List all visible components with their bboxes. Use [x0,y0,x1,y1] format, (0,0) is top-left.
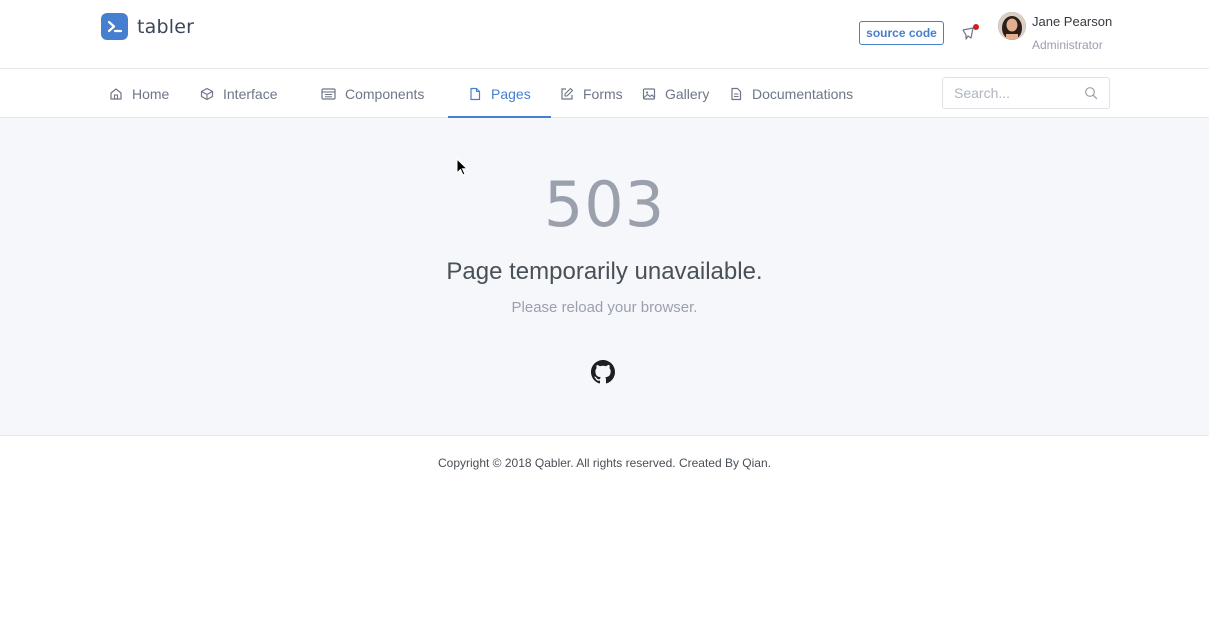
nav-item-label: Interface [223,85,278,102]
mouse-cursor-icon [456,158,468,176]
error-code: 503 [543,168,666,241]
nav-item-documentations[interactable]: Documentations [729,69,853,118]
brand-name: tabler [137,15,195,38]
header: tabler source code Jane Pearson Administ… [0,0,1209,69]
file-icon [470,87,481,100]
nav-item-label: Documentations [752,85,854,102]
nav-item-label: Pages [491,85,531,102]
nav-item-forms[interactable]: Forms [560,69,623,118]
navbar: Home Interface Components Pages Forms Ga… [0,69,1209,118]
user-name[interactable]: Jane Pearson [1032,14,1112,29]
brand[interactable]: tabler [101,13,194,40]
image-icon [642,87,656,100]
copyright-text: Copyright © 2018 Qabler. All rights rese… [437,456,771,470]
nav-item-home[interactable]: Home [109,69,169,118]
source-code-button[interactable]: source code [859,21,944,45]
search-input[interactable] [943,78,1073,108]
nav-item-label: Home [132,85,170,102]
terminal-icon [101,13,128,40]
calendar-icon [321,87,336,100]
edit-icon [561,87,574,100]
footer: Copyright © 2018 Qabler. All rights rese… [0,436,1209,624]
github-icon[interactable] [591,360,615,384]
nav-item-pages[interactable]: Pages [468,69,531,118]
nav-item-label: Gallery [665,85,710,102]
file-text-icon [731,87,742,100]
nav-item-interface[interactable]: Interface [200,69,277,118]
error-subtitle: Please reload your browser. [511,299,698,316]
box-icon [200,87,214,100]
error-title: Page temporarily unavailable. [446,258,763,285]
notification-dot [973,24,979,30]
nav-item-gallery[interactable]: Gallery [642,69,709,118]
nav-item-label: Components [345,85,425,102]
nav-item-label: Forms [583,85,623,102]
search-icon[interactable] [1084,86,1098,100]
search-box [942,77,1110,109]
notification-bell[interactable] [961,24,981,44]
error-page: 503 Page temporarily unavailable. Please… [0,118,1209,436]
avatar[interactable] [998,12,1026,40]
user-role: Administrator [1032,38,1103,52]
nav-item-components[interactable]: Components [321,69,424,118]
home-icon [110,87,122,100]
